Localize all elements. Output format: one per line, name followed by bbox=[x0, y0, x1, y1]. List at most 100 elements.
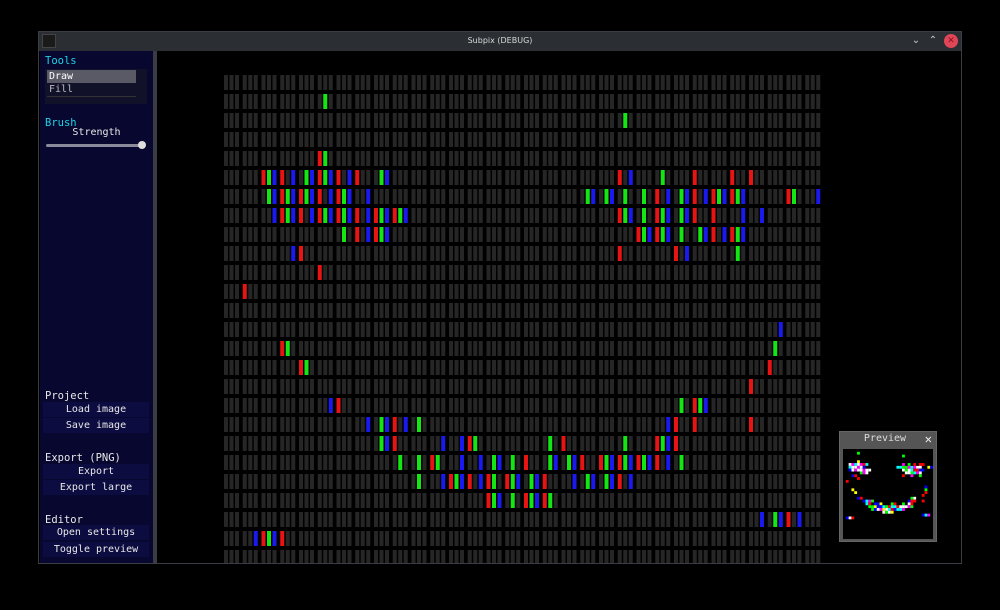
subpixel[interactable] bbox=[323, 417, 328, 432]
subpixel[interactable] bbox=[385, 379, 389, 394]
subpixel[interactable] bbox=[535, 132, 539, 147]
subpixel-lit[interactable] bbox=[460, 474, 464, 489]
subpixel[interactable] bbox=[610, 398, 614, 413]
subpixel-lit[interactable] bbox=[435, 455, 440, 470]
subpixel[interactable] bbox=[735, 379, 740, 394]
subpixel[interactable] bbox=[441, 398, 446, 413]
subpixel[interactable] bbox=[224, 360, 228, 375]
subpixel[interactable] bbox=[355, 189, 360, 204]
subpixel[interactable] bbox=[773, 322, 778, 337]
subpixel[interactable] bbox=[567, 436, 571, 451]
subpixel[interactable] bbox=[411, 436, 416, 451]
subpixel[interactable] bbox=[711, 341, 716, 356]
subpixel[interactable] bbox=[548, 512, 553, 527]
subpixel[interactable] bbox=[355, 265, 360, 280]
subpixel[interactable] bbox=[492, 265, 496, 280]
subpixel[interactable] bbox=[248, 322, 253, 337]
subpixel[interactable] bbox=[492, 379, 496, 394]
subpixel[interactable] bbox=[805, 512, 810, 527]
subpixel[interactable] bbox=[505, 322, 510, 337]
subpixel[interactable] bbox=[610, 322, 614, 337]
subpixel-lit[interactable] bbox=[591, 189, 596, 204]
subpixel[interactable] bbox=[229, 493, 234, 508]
subpixel[interactable] bbox=[299, 341, 303, 356]
subpixel[interactable] bbox=[366, 531, 371, 546]
subpixel[interactable] bbox=[561, 493, 566, 508]
subpixel[interactable] bbox=[492, 113, 496, 128]
subpixel[interactable] bbox=[379, 246, 384, 261]
subpixel[interactable] bbox=[542, 550, 547, 563]
subpixel[interactable] bbox=[267, 474, 271, 489]
subpixel[interactable] bbox=[272, 151, 277, 166]
subpixel[interactable] bbox=[497, 550, 502, 563]
subpixel[interactable] bbox=[655, 151, 660, 166]
subpixel[interactable] bbox=[435, 151, 440, 166]
subpixel[interactable] bbox=[497, 512, 502, 527]
subpixel[interactable] bbox=[730, 474, 735, 489]
subpixel[interactable] bbox=[403, 170, 408, 185]
subpixel[interactable] bbox=[692, 94, 697, 109]
subpixel[interactable] bbox=[599, 75, 603, 90]
subpixel[interactable] bbox=[604, 113, 609, 128]
subpixel[interactable] bbox=[542, 417, 547, 432]
subpixel[interactable] bbox=[722, 474, 727, 489]
subpixel[interactable] bbox=[792, 379, 796, 394]
subpixel[interactable] bbox=[580, 113, 585, 128]
subpixel[interactable] bbox=[224, 398, 228, 413]
subpixel[interactable] bbox=[411, 493, 416, 508]
subpixel[interactable] bbox=[542, 360, 547, 375]
subpixel[interactable] bbox=[403, 379, 408, 394]
subpixel[interactable] bbox=[599, 94, 603, 109]
subpixel[interactable] bbox=[773, 360, 778, 375]
subpixel[interactable] bbox=[261, 474, 266, 489]
subpixel[interactable] bbox=[449, 170, 453, 185]
subpixel[interactable] bbox=[810, 246, 815, 261]
subpixel-lit[interactable] bbox=[655, 436, 660, 451]
subpixel[interactable] bbox=[486, 170, 491, 185]
subpixel[interactable] bbox=[623, 417, 628, 432]
subpixel-lit[interactable] bbox=[242, 284, 247, 299]
subpixel[interactable] bbox=[435, 208, 440, 223]
subpixel[interactable] bbox=[703, 550, 708, 563]
subpixel[interactable] bbox=[449, 398, 453, 413]
subpixel[interactable] bbox=[535, 246, 539, 261]
subpixel[interactable] bbox=[703, 436, 708, 451]
subpixel[interactable] bbox=[497, 151, 502, 166]
subpixel-lit[interactable] bbox=[567, 455, 571, 470]
subpixel[interactable] bbox=[411, 474, 416, 489]
subpixel-lit[interactable] bbox=[685, 246, 689, 261]
subpixel[interactable] bbox=[636, 303, 641, 318]
subpixel[interactable] bbox=[366, 550, 371, 563]
subpixel-lit[interactable] bbox=[610, 189, 614, 204]
subpixel[interactable] bbox=[623, 531, 628, 546]
subpixel[interactable] bbox=[441, 493, 446, 508]
subpixel[interactable] bbox=[585, 132, 590, 147]
subpixel[interactable] bbox=[754, 550, 759, 563]
subpixel[interactable] bbox=[685, 265, 689, 280]
subpixel[interactable] bbox=[636, 189, 641, 204]
subpixel[interactable] bbox=[392, 550, 397, 563]
subpixel[interactable] bbox=[486, 417, 491, 432]
subpixel-lit[interactable] bbox=[647, 227, 652, 242]
subpixel[interactable] bbox=[760, 341, 764, 356]
subpixel[interactable] bbox=[291, 360, 296, 375]
subpixel[interactable] bbox=[291, 322, 296, 337]
subpixel[interactable] bbox=[430, 75, 435, 90]
subpixel[interactable] bbox=[735, 417, 740, 432]
subpixel[interactable] bbox=[486, 341, 491, 356]
subpixel[interactable] bbox=[599, 227, 603, 242]
subpixel[interactable] bbox=[454, 265, 459, 280]
subpixel[interactable] bbox=[505, 151, 510, 166]
subpixel[interactable] bbox=[610, 550, 614, 563]
subpixel[interactable] bbox=[229, 474, 234, 489]
subpixel[interactable] bbox=[460, 512, 464, 527]
subpixel[interactable] bbox=[411, 113, 416, 128]
subpixel[interactable] bbox=[224, 474, 228, 489]
subpixel[interactable] bbox=[336, 493, 341, 508]
subpixel[interactable] bbox=[797, 303, 802, 318]
subpixel[interactable] bbox=[328, 531, 333, 546]
subpixel[interactable] bbox=[679, 493, 684, 508]
subpixel[interactable] bbox=[360, 474, 365, 489]
subpixel[interactable] bbox=[786, 417, 791, 432]
subpixel[interactable] bbox=[591, 151, 596, 166]
